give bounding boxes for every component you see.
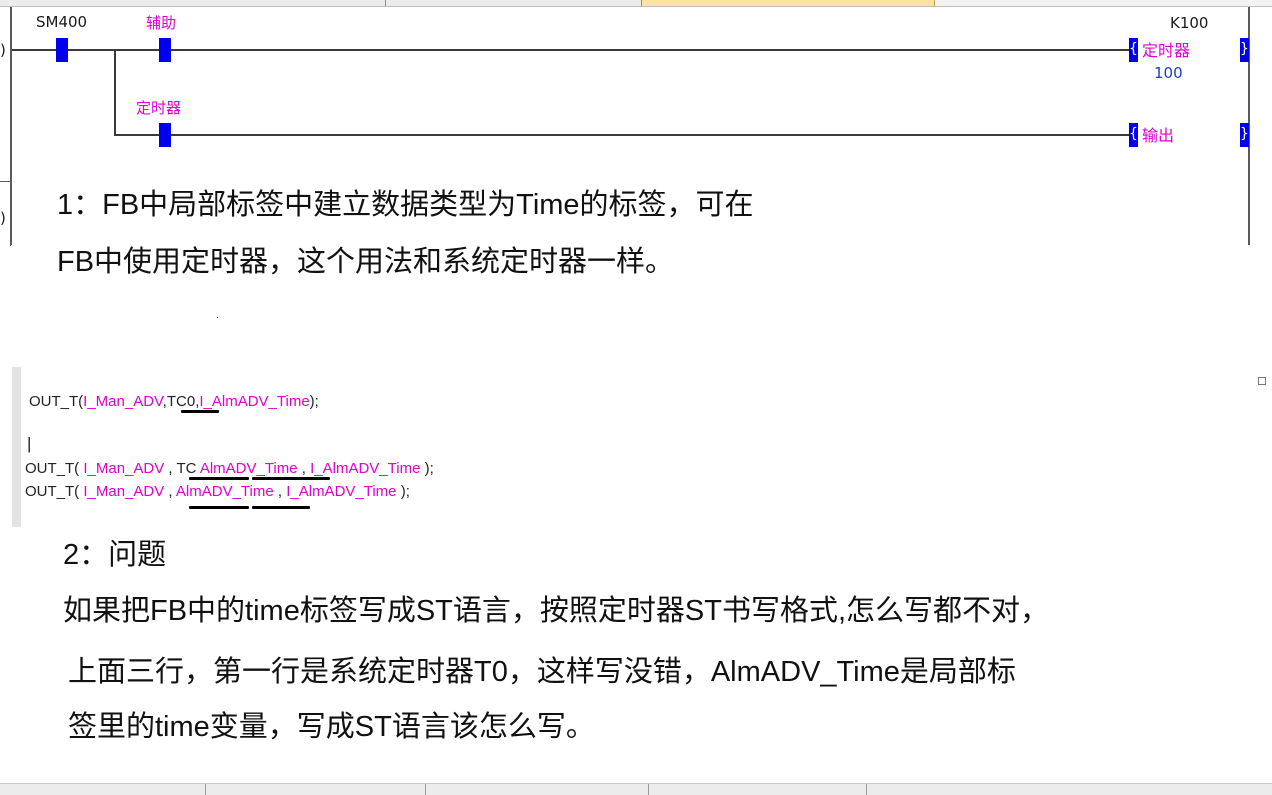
status-segment-4 (866, 784, 867, 795)
code-line-1-fn: OUT_T( (29, 393, 84, 410)
editor-tab-2[interactable] (386, 0, 642, 6)
code-line-3-underline-a (189, 506, 249, 509)
code-line-1-arg3: I_AlmADV_Time (199, 393, 310, 410)
code-line-1-end: ); (309, 393, 319, 410)
coil-output-left-bracket[interactable]: { (1129, 123, 1138, 147)
note-line-6: 签里的time变量，写成ST语言该怎么写。 (68, 711, 595, 743)
status-strip (0, 783, 1272, 795)
code-line-3-sep2: , (277, 483, 283, 500)
rung-2-wire (114, 134, 1130, 136)
note-line-4: 如果把FB中的time标签写成ST语言，按照定时器ST书写格式,怎么写都不对， (63, 595, 1050, 627)
code-line-2-underline-a (189, 477, 249, 480)
text-cursor: | (27, 434, 32, 453)
code-line-2-arg1: I_Man_ADV (83, 460, 165, 477)
code-line-3-underline-b (252, 506, 310, 509)
contact-sm400-label: SM400 (36, 13, 88, 31)
resize-handle[interactable] (1258, 377, 1266, 385)
rung-1-wire (12, 49, 1130, 51)
left-rail-bracket (0, 181, 11, 246)
contact-aux-label: 辅助 (146, 14, 177, 32)
branch-wire (114, 49, 116, 135)
left-rung-mark-1: ) (0, 41, 6, 59)
contact-aux[interactable] (159, 38, 171, 62)
status-segment-3 (648, 784, 649, 795)
code-line-2-fn: OUT_T( (25, 460, 80, 477)
code-line-2-tc: TC (176, 460, 197, 477)
code-line-3-sep1: , (168, 483, 173, 500)
code-line-2-sep2: , (301, 460, 306, 477)
coil-timer-left-bracket[interactable]: { (1129, 38, 1138, 62)
code-line-3-arg3: I_AlmADV_Time (286, 483, 397, 500)
editor-tab-1[interactable] (0, 0, 386, 6)
code-line-3-end: ); (400, 483, 410, 500)
timer-constant-label: K100 (1170, 14, 1209, 32)
status-segment-2 (425, 784, 426, 795)
st-code-snippet (12, 367, 549, 527)
code-line-1-underline (181, 410, 219, 413)
code-line-2-end: ); (424, 460, 434, 477)
code-line-2-arg2: AlmADV_Time (199, 460, 298, 477)
code-line-3: OUT_T( I_Man_ADV , AlmADV_Time , I_AlmAD… (25, 483, 410, 500)
code-line-2: OUT_T( I_Man_ADV , TC AlmADV_Time , I_Al… (25, 460, 434, 477)
code-line-2-arg3: I_AlmADV_Time (310, 460, 421, 477)
contact-sm400[interactable] (56, 38, 68, 62)
note-line-5: 上面三行，第一行是系统定时器T0，这样写没错，AlmADV_Time是局部标 (68, 656, 1016, 688)
code-line-1: OUT_T(I_Man_ADV,TC0,I_AlmADV_Time); (29, 393, 319, 410)
editor-tab-active[interactable] (642, 0, 935, 6)
contact-timer-label: 定时器 (136, 99, 182, 117)
coil-output-label: 输出 (1142, 126, 1175, 145)
contact-timer[interactable] (159, 123, 171, 147)
coil-output-right-bracket[interactable]: } (1240, 123, 1249, 147)
coil-timer-label: 定时器 (1142, 41, 1191, 60)
code-line-3-arg2: AlmADV_Time (175, 483, 274, 500)
note-line-2: FB中使用定时器，这个用法和系统定时器一样。 (57, 246, 675, 278)
code-line-3-fn: OUT_T( (25, 483, 80, 500)
coil-timer-right-bracket[interactable]: } (1240, 38, 1249, 62)
note-line-3: 2：问题 (63, 539, 167, 571)
code-line-2-underline-b (252, 477, 330, 480)
code-line-1-arg2: TC0 (166, 393, 196, 410)
code-line-3-arg1: I_Man_ADV (83, 483, 165, 500)
coil-timer-value: 100 (1154, 64, 1183, 82)
note-line-1: 1：FB中局部标签中建立数据类型为Time的标签，可在 (57, 189, 754, 221)
status-segment-1 (205, 784, 206, 795)
code-line-2-sep1: , (168, 460, 173, 477)
stray-dot: . (216, 310, 220, 321)
code-line-1-arg1: I_Man_ADV (83, 393, 163, 410)
